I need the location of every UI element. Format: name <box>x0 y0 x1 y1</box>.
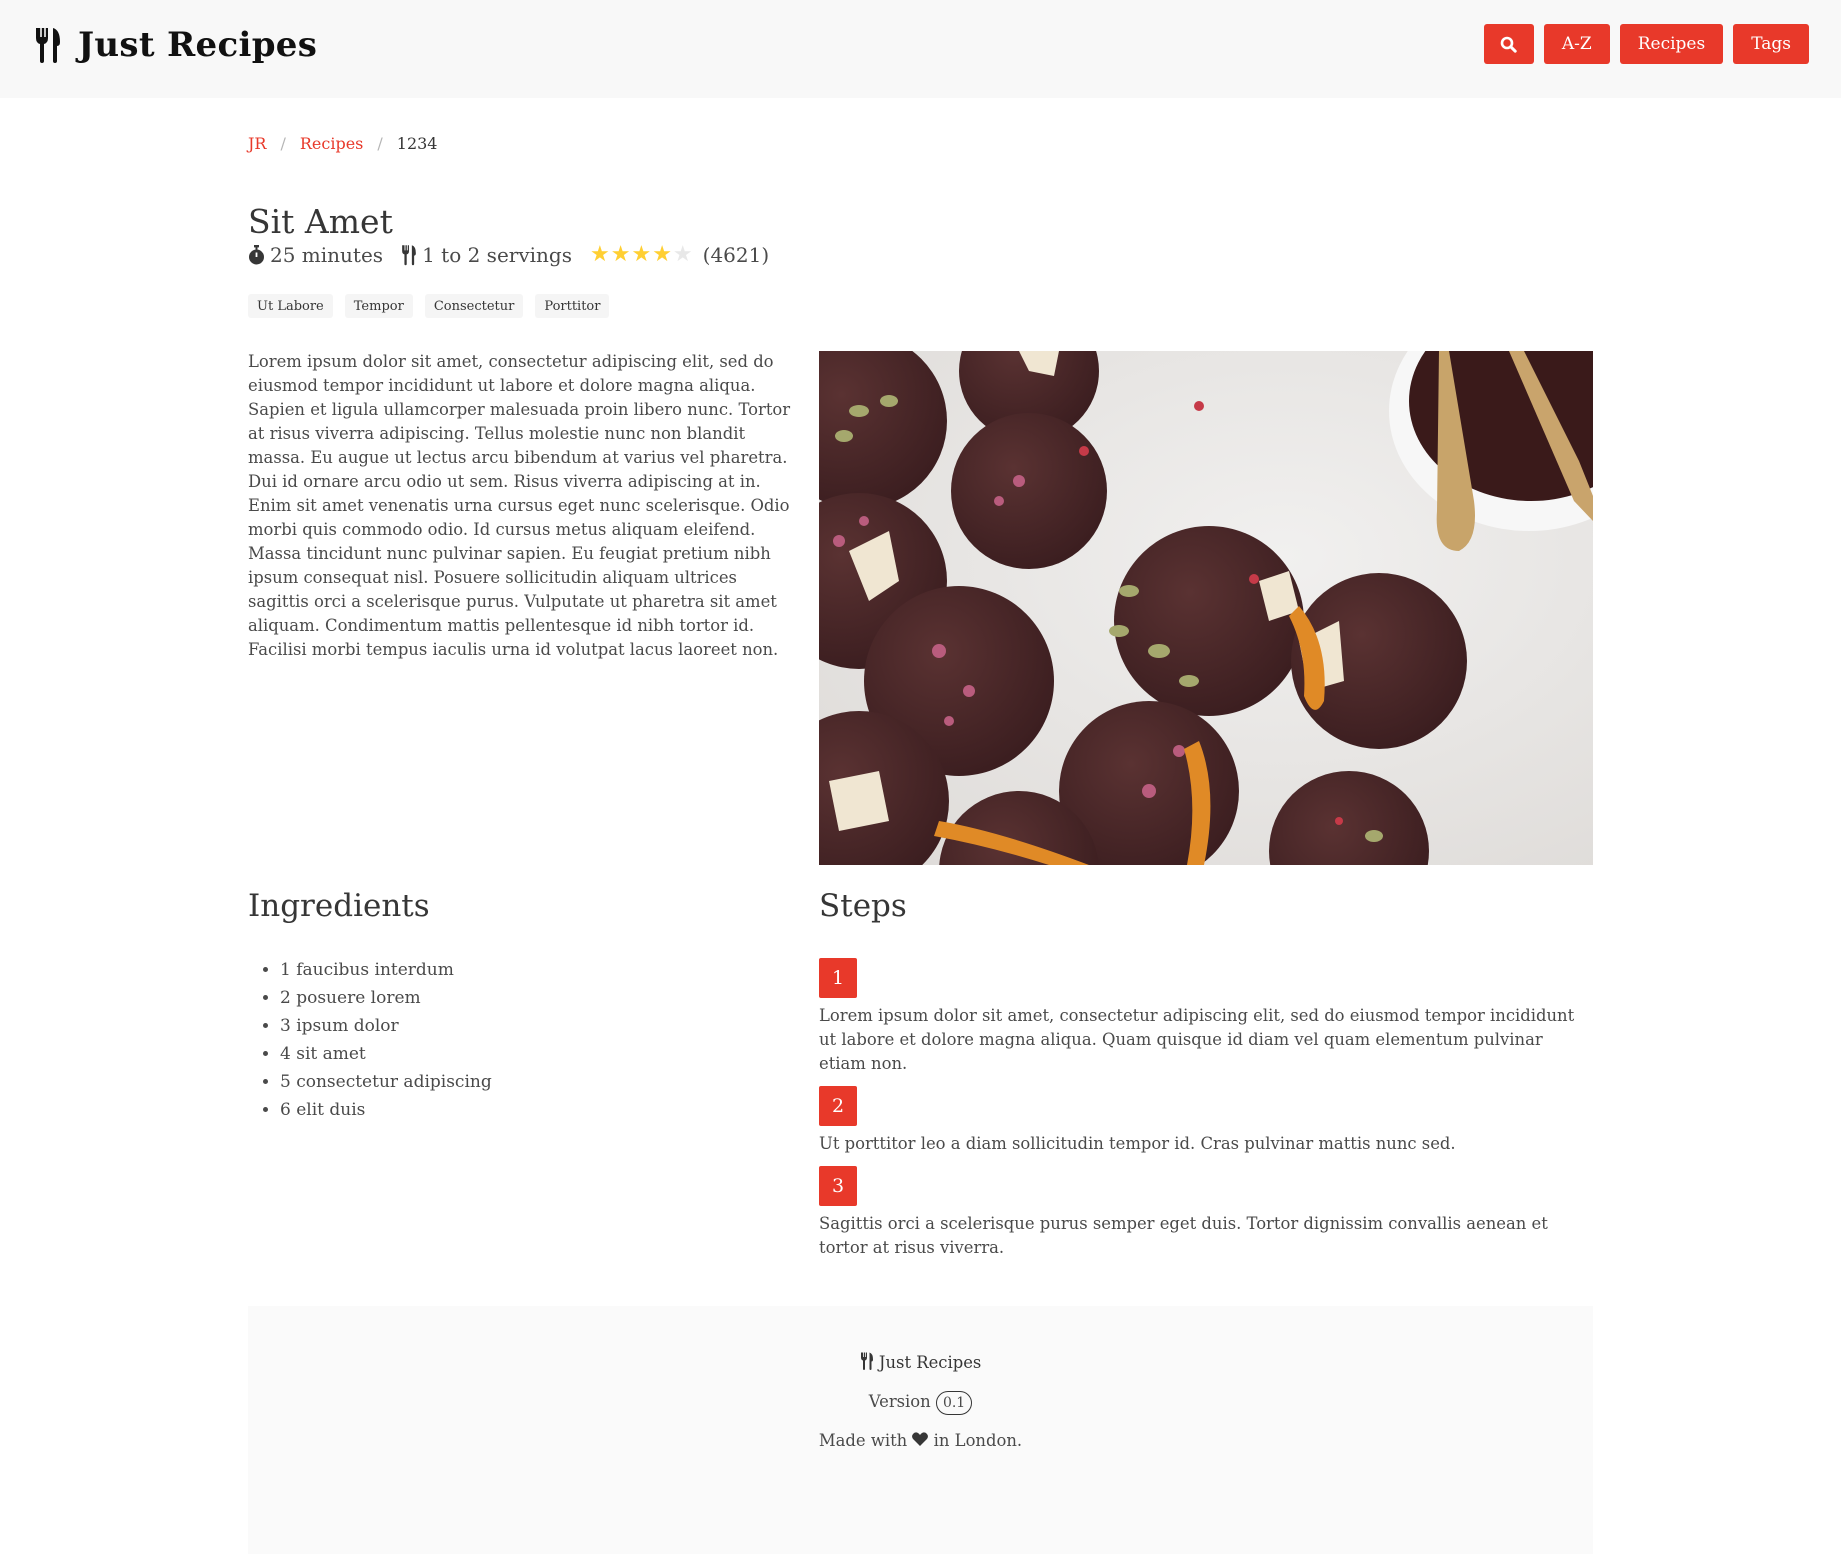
step-text: Lorem ipsum dolor sit amet, consectetur … <box>819 1006 1575 1073</box>
navbar: Just Recipes A-Z Recipes Tags <box>0 0 1841 98</box>
search-button[interactable] <box>1483 24 1534 64</box>
ingredient-item: 4 sit amet <box>280 1040 492 1068</box>
heart-icon <box>912 1432 929 1446</box>
ingredient-item: 1 faucibus interdum <box>280 956 492 984</box>
star-icon: ★ <box>610 242 631 267</box>
ingredient-item: 2 posuere lorem <box>280 984 492 1012</box>
breadcrumb-separator: / <box>280 134 286 153</box>
made-with-suffix: in London. <box>933 1431 1023 1450</box>
footer-brand: Just Recipes <box>248 1352 1593 1372</box>
step-number: 3 <box>819 1166 857 1206</box>
tags-button[interactable]: Tags <box>1733 24 1809 64</box>
star-icon: ★ <box>672 242 693 267</box>
step-number: 2 <box>819 1086 857 1126</box>
breadcrumb-current: 1234 <box>396 134 438 153</box>
ingredient-item: 6 elit duis <box>280 1096 492 1124</box>
recipes-button[interactable]: Recipes <box>1619 24 1724 64</box>
az-button[interactable]: A-Z <box>1543 24 1610 64</box>
ingredient-item: 3 ipsum dolor <box>280 1012 492 1040</box>
rating-count: (4621) <box>702 242 770 267</box>
footer: Just Recipes Version 0.1 Made with in Lo… <box>248 1306 1593 1554</box>
ingredient-item: 5 consectetur adipiscing <box>280 1068 492 1096</box>
breadcrumb-recipes[interactable]: Recipes <box>300 134 364 153</box>
step-number: 1 <box>819 958 857 998</box>
utensils-icon <box>36 28 60 63</box>
utensils-icon <box>860 1352 873 1370</box>
steps-list: 1 Lorem ipsum dolor sit amet, consectetu… <box>819 958 1593 1270</box>
made-with-prefix: Made with <box>818 1431 908 1450</box>
breadcrumb-separator: / <box>377 134 383 153</box>
recipe-servings: 1 to 2 servings <box>422 242 572 267</box>
nav-buttons: A-Z Recipes Tags <box>1483 24 1809 64</box>
ingredients-heading: Ingredients <box>248 888 430 924</box>
rating-stars: ★ ★ ★ ★ ★ <box>590 242 693 267</box>
version-badge: 0.1 <box>935 1391 973 1415</box>
utensils-icon <box>402 244 416 265</box>
breadcrumb-home[interactable]: JR <box>248 134 266 153</box>
star-icon: ★ <box>589 242 610 267</box>
stopwatch-icon <box>249 244 264 264</box>
step-text: Ut porttitor leo a diam sollicitudin tem… <box>819 1134 1456 1153</box>
search-icon <box>1501 36 1518 53</box>
tag-badge[interactable]: Porttitor <box>535 294 610 318</box>
recipe-image <box>819 351 1593 865</box>
step-item: 1 Lorem ipsum dolor sit amet, consectetu… <box>819 958 1593 1076</box>
footer-brand-text: Just Recipes <box>878 1353 982 1372</box>
step-text: Sagittis orci a scelerisque purus semper… <box>819 1214 1548 1257</box>
tag-list: Ut Labore Tempor Consectetur Porttitor <box>248 294 610 318</box>
version-label: Version <box>868 1392 931 1411</box>
footer-version: Version 0.1 <box>248 1391 1593 1415</box>
tag-badge[interactable]: Ut Labore <box>248 294 333 318</box>
star-icon: ★ <box>631 242 652 267</box>
breadcrumb: JR / Recipes / 1234 <box>248 134 437 153</box>
ingredients-list: 1 faucibus interdum 2 posuere lorem 3 ip… <box>248 956 492 1124</box>
recipe-title: Sit Amet <box>248 202 393 241</box>
star-icon: ★ <box>652 242 672 267</box>
steps-heading: Steps <box>819 888 907 924</box>
recipe-time: 25 minutes <box>270 242 384 267</box>
tag-badge[interactable]: Tempor <box>344 294 413 318</box>
footer-made-with: Made with in London. <box>248 1431 1593 1450</box>
tag-badge[interactable]: Consectetur <box>424 294 524 318</box>
step-item: 3 Sagittis orci a scelerisque purus semp… <box>819 1166 1593 1260</box>
recipe-meta: 25 minutes 1 to 2 servings ★ ★ ★ ★ ★ (4621) <box>248 242 769 267</box>
brand-title: Just Recipes <box>78 25 318 65</box>
step-item: 2 Ut porttitor leo a diam sollicitudin t… <box>819 1086 1593 1156</box>
brand-link[interactable]: Just Recipes <box>34 22 317 68</box>
recipe-description: Lorem ipsum dolor sit amet, consectetur … <box>248 352 791 659</box>
